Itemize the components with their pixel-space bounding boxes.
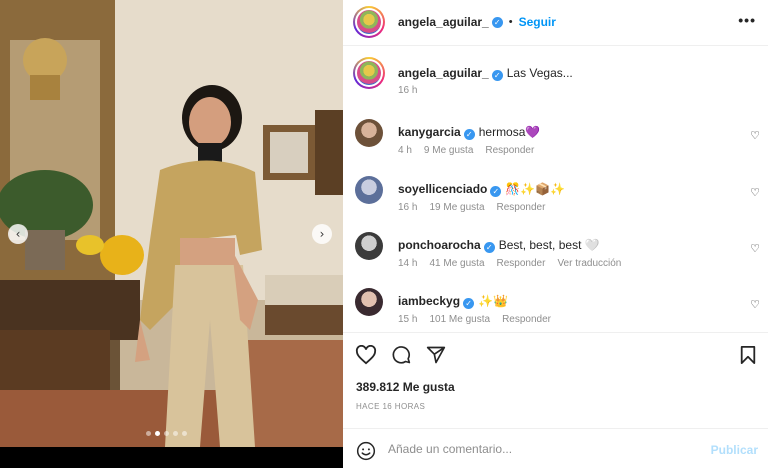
verified-badge-icon: ✓ bbox=[491, 16, 503, 28]
post-header: angela_aguilar_ ✓ • Seguir ••• bbox=[343, 0, 768, 46]
comment-likes[interactable]: 9 Me gusta bbox=[424, 145, 473, 156]
comment-text: ✨👑 bbox=[478, 294, 508, 308]
verified-badge-icon: ✓ bbox=[483, 242, 495, 253]
post-photo[interactable]: ‹ › bbox=[0, 0, 343, 447]
heart-icon[interactable]: ♡ bbox=[750, 129, 760, 142]
reply-button[interactable]: Responder bbox=[497, 258, 546, 269]
post-timestamp: HACE 16 HORAS bbox=[356, 402, 426, 411]
carousel-dot bbox=[164, 431, 169, 436]
post-side-panel: angela_aguilar_ ✓ • Seguir ••• angela_ag… bbox=[343, 0, 768, 468]
instagram-post-modal: ‹ › angela_aguilar_ ✓ • Seguir ••• angel… bbox=[0, 0, 768, 468]
see-translation-button[interactable]: Ver traducción bbox=[557, 258, 621, 269]
carousel-dot-active bbox=[155, 431, 160, 436]
heart-icon[interactable]: ♡ bbox=[750, 242, 760, 255]
verified-badge-icon: ✓ bbox=[463, 298, 475, 309]
caption: angela_aguilar_ ✓ Las Vegas... bbox=[398, 66, 573, 81]
comment-item: soyellicenciado ✓ 🎊✨📦✨ 16 h 19 Me gusta Resp… bbox=[343, 176, 768, 228]
author-avatar[interactable] bbox=[353, 6, 385, 38]
comment-text: hermosa💜 bbox=[478, 125, 541, 139]
comment-input[interactable] bbox=[388, 441, 688, 457]
comment-likes[interactable]: 41 Me gusta bbox=[429, 258, 484, 269]
comment-time: 15 h bbox=[398, 314, 418, 325]
comment-likes[interactable]: 19 Me gusta bbox=[429, 202, 484, 213]
reply-button[interactable]: Responder bbox=[497, 202, 546, 213]
carousel-dot bbox=[146, 431, 151, 436]
bookmark-icon[interactable] bbox=[739, 345, 757, 365]
comment-time: 16 h bbox=[398, 202, 418, 213]
emoji-icon[interactable] bbox=[356, 441, 376, 461]
likes-count[interactable]: 389.812 Me gusta bbox=[356, 380, 455, 394]
carousel-indicator bbox=[146, 431, 187, 436]
send-icon[interactable] bbox=[425, 345, 447, 365]
separator: • bbox=[508, 16, 513, 28]
follow-button[interactable]: Seguir bbox=[519, 15, 556, 29]
reply-button[interactable]: Responder bbox=[485, 145, 534, 156]
verified-badge-icon: ✓ bbox=[490, 186, 502, 197]
carousel-dot bbox=[182, 431, 187, 436]
photo-illustration bbox=[0, 0, 343, 447]
verified-badge-icon: ✓ bbox=[463, 129, 475, 140]
comment-text: Best, best, best 🤍 bbox=[498, 238, 600, 252]
comment-username[interactable]: soyellicenciado bbox=[398, 182, 487, 196]
caption-text: Las Vegas... bbox=[506, 66, 573, 80]
commenter-avatar[interactable] bbox=[355, 119, 383, 147]
carousel-dot bbox=[173, 431, 178, 436]
commenter-avatar[interactable] bbox=[355, 288, 383, 316]
caption-username[interactable]: angela_aguilar_ bbox=[398, 66, 489, 80]
comment-text: 🎊✨📦✨ bbox=[505, 182, 566, 196]
caption-time: 16 h bbox=[398, 85, 418, 96]
chevron-left-icon[interactable]: ‹ bbox=[8, 224, 28, 244]
comment-time: 4 h bbox=[398, 145, 412, 156]
author-info: angela_aguilar_ ✓ • Seguir bbox=[398, 15, 556, 29]
heart-icon[interactable] bbox=[355, 345, 377, 365]
more-options-icon[interactable]: ••• bbox=[738, 12, 756, 28]
caption-avatar[interactable] bbox=[353, 57, 385, 89]
heart-icon[interactable]: ♡ bbox=[750, 298, 760, 311]
chevron-right-icon[interactable]: › bbox=[312, 224, 332, 244]
post-actions-bar bbox=[343, 332, 768, 376]
comment-username[interactable]: kanygarcia bbox=[398, 125, 461, 139]
commenter-avatar[interactable] bbox=[355, 232, 383, 260]
reply-button[interactable]: Responder bbox=[502, 314, 551, 325]
comment-item: ponchoarocha ✓ Best, best, best 🤍 14 h 41 M… bbox=[343, 232, 768, 284]
comment-username[interactable]: iambeckyg bbox=[398, 294, 460, 308]
heart-icon[interactable]: ♡ bbox=[750, 186, 760, 199]
comment-time: 14 h bbox=[398, 258, 418, 269]
add-comment-bar: Publicar bbox=[343, 428, 768, 468]
comment-likes[interactable]: 101 Me gusta bbox=[429, 314, 490, 325]
commenter-avatar[interactable] bbox=[355, 176, 383, 204]
publish-button[interactable]: Publicar bbox=[711, 443, 758, 457]
comment-icon[interactable] bbox=[390, 345, 412, 365]
verified-badge-icon: ✓ bbox=[491, 70, 503, 81]
comment-username[interactable]: ponchoarocha bbox=[398, 238, 481, 252]
comment-item: kanygarcia ✓ hermosa💜 4 h 9 Me gusta Respond… bbox=[343, 119, 768, 171]
author-username[interactable]: angela_aguilar_ bbox=[398, 15, 489, 29]
